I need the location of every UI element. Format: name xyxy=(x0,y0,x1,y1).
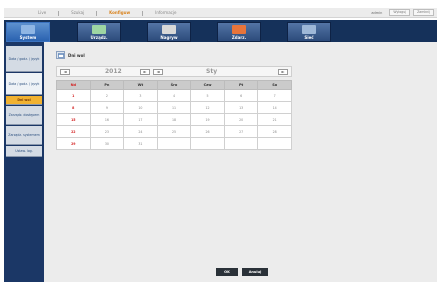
tab-label: Urządz. xyxy=(90,35,108,40)
weekday-header: Wt xyxy=(123,80,158,90)
calendar-day-cell[interactable]: 26 xyxy=(190,125,225,138)
category-tab-bar: System Urządz. Nagryw Zdarz. Sieć xyxy=(4,20,437,42)
header-user-area: admin Wyloguj Zamknij xyxy=(371,9,434,16)
next-year-button[interactable]: ► xyxy=(140,69,150,75)
calendar-day-cell[interactable]: 7 xyxy=(257,89,292,102)
weekday-header-row: Nd Pn Wt Śro Czw Pt So xyxy=(56,80,292,90)
main-content: Dni wol ◄ 2012 ► ◄ Sty ► Nd Pn Wt Śro Cz… xyxy=(44,42,437,282)
tab-record[interactable]: Nagryw xyxy=(147,22,191,42)
logout-button[interactable]: Wyloguj xyxy=(389,9,411,16)
weekday-header: So xyxy=(257,80,292,90)
sidebar-item-date-time[interactable]: Data / godz. / język xyxy=(6,46,42,72)
event-icon xyxy=(232,25,246,34)
sidebar-item-access-management[interactable]: Zarządz. dostępem xyxy=(6,106,42,125)
calendar-day-cell[interactable]: 30 xyxy=(89,137,125,150)
device-icon xyxy=(92,25,106,34)
calendar-year: 2012 xyxy=(105,68,122,75)
calendar-day-cell[interactable]: 31 xyxy=(123,137,158,150)
menu-setup[interactable]: Konfiguw xyxy=(97,10,142,16)
calendar-day-cell[interactable] xyxy=(257,137,292,150)
network-icon xyxy=(302,25,316,34)
cancel-button[interactable]: Anuluj xyxy=(242,268,268,276)
calendar-week-row: 8 9 10 11 12 13 14 xyxy=(56,101,292,114)
calendar-day-cell[interactable]: 24 xyxy=(123,125,158,138)
calendar-week-row: 1 2 3 4 5 6 7 xyxy=(56,89,292,102)
calendar-day-cell[interactable]: 20 xyxy=(223,113,259,126)
weekday-header: Nd xyxy=(56,80,91,90)
weekday-header: Pn xyxy=(89,80,125,90)
tab-event[interactable]: Zdarz. xyxy=(217,22,261,42)
sidebar: Data / godz. / język Data / godz. / języ… xyxy=(4,42,44,282)
next-month-button[interactable]: ► xyxy=(278,69,288,75)
calendar-day-cell[interactable]: 4 xyxy=(156,89,192,102)
calendar-day-cell[interactable]: 27 xyxy=(223,125,259,138)
prev-month-button[interactable]: ◄ xyxy=(153,69,163,75)
calendar-week-row: 29 30 31 xyxy=(56,137,292,150)
calendar-day-cell[interactable]: 12 xyxy=(190,101,225,114)
system-icon xyxy=(21,25,35,34)
calendar-day-cell[interactable]: 10 xyxy=(123,101,158,114)
calendar-day-cell[interactable]: 15 xyxy=(56,113,91,126)
page-title: Dni wol xyxy=(68,52,85,58)
sidebar-item-date-time-language[interactable]: Data / godz. / język xyxy=(6,73,42,95)
weekday-header: Pt xyxy=(223,80,259,90)
tab-label: System xyxy=(19,35,37,40)
tab-system[interactable]: System xyxy=(6,22,50,42)
calendar-day-cell[interactable]: 1 xyxy=(56,89,91,102)
calendar-week-row: 22 23 24 25 26 27 28 xyxy=(56,125,292,138)
calendar-day-cell[interactable] xyxy=(190,137,225,150)
calendar-day-cell[interactable] xyxy=(156,137,192,150)
calendar-day-cell[interactable]: 14 xyxy=(257,101,292,114)
calendar-day-cell[interactable]: 9 xyxy=(89,101,125,114)
calendar-day-cell[interactable]: 13 xyxy=(223,101,259,114)
calendar-month: Sty xyxy=(206,68,218,75)
sidebar-item-system-management[interactable]: Zarządz. systemem xyxy=(6,126,42,145)
holiday-calendar: Nd Pn Wt Śro Czw Pt So 1 2 3 4 5 6 7 8 9 xyxy=(56,80,292,150)
calendar-icon xyxy=(56,51,65,59)
user-name: admin xyxy=(371,10,383,15)
calendar-day-cell[interactable]: 6 xyxy=(223,89,259,102)
menu-live[interactable]: Live xyxy=(26,10,58,16)
calendar-day-cell[interactable]: 2 xyxy=(89,89,125,102)
weekday-header: Czw xyxy=(190,80,225,90)
calendar-day-cell[interactable]: 23 xyxy=(89,125,125,138)
calendar-day-cell[interactable]: 28 xyxy=(257,125,292,138)
weekday-header: Śro xyxy=(156,80,192,90)
tab-device[interactable]: Urządz. xyxy=(77,22,121,42)
calendar-day-cell[interactable]: 17 xyxy=(123,113,158,126)
calendar-day-cell[interactable]: 21 xyxy=(257,113,292,126)
calendar-day-cell[interactable]: 25 xyxy=(156,125,192,138)
tab-label: Sieć xyxy=(304,35,314,40)
sidebar-item-log-settings[interactable]: Ustaw. log. xyxy=(6,146,42,157)
calendar-day-cell[interactable]: 18 xyxy=(156,113,192,126)
calendar-day-cell[interactable]: 8 xyxy=(56,101,91,114)
calendar-day-cell[interactable]: 3 xyxy=(123,89,158,102)
ok-button[interactable]: OK xyxy=(216,268,238,276)
calendar-day-cell[interactable]: 29 xyxy=(56,137,91,150)
tab-label: Nagryw xyxy=(160,35,178,40)
calendar-week-row: 15 16 17 18 19 20 21 xyxy=(56,113,292,126)
calendar-day-cell[interactable]: 5 xyxy=(190,89,225,102)
calendar-header: ◄ 2012 ► ◄ Sty ► xyxy=(56,66,292,77)
close-button[interactable]: Zamknij xyxy=(413,9,434,16)
calendar-day-cell[interactable]: 16 xyxy=(89,113,125,126)
calendar-day-cell[interactable]: 19 xyxy=(190,113,225,126)
top-menu-bar: Live Szukaj Konfiguw Informacje admin Wy… xyxy=(4,8,437,18)
prev-year-button[interactable]: ◄ xyxy=(60,69,70,75)
tab-label: Zdarz. xyxy=(231,35,247,40)
menu-search[interactable]: Szukaj xyxy=(59,10,96,16)
top-menu: Live Szukaj Konfiguw Informacje xyxy=(26,10,188,16)
calendar-day-cell[interactable]: 22 xyxy=(56,125,91,138)
dialog-buttons: OK Anuluj xyxy=(216,268,268,276)
calendar-day-cell[interactable] xyxy=(223,137,259,150)
record-icon xyxy=(162,25,176,34)
tab-network[interactable]: Sieć xyxy=(287,22,331,42)
menu-information[interactable]: Informacje xyxy=(143,10,188,16)
sidebar-item-holiday[interactable]: Dni wol xyxy=(6,96,42,105)
calendar-day-cell[interactable]: 11 xyxy=(156,101,192,114)
page-title-area: Dni wol xyxy=(56,51,85,59)
